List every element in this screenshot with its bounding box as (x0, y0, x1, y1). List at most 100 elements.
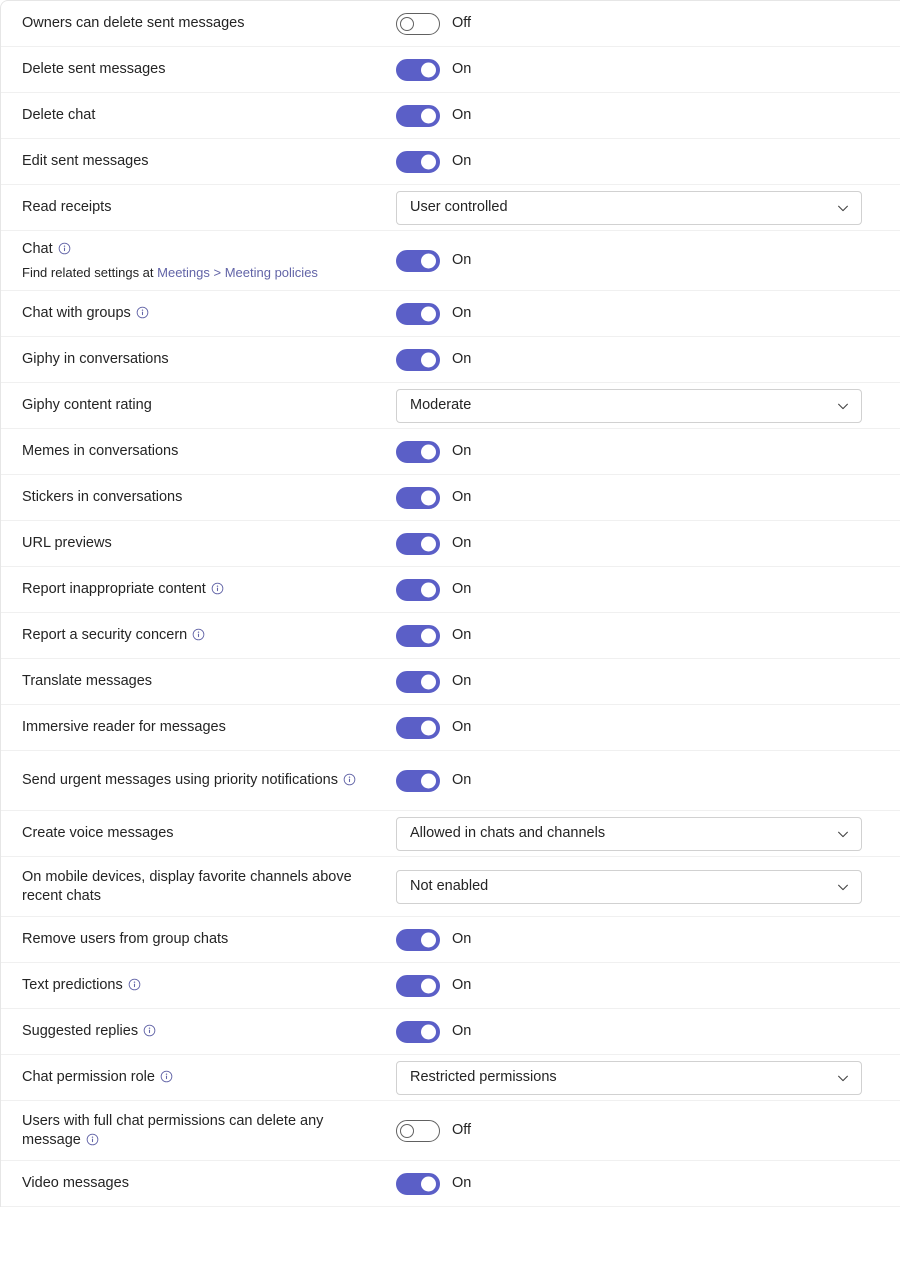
setting-toggle[interactable] (396, 975, 440, 997)
toggle-group: On (396, 770, 471, 792)
setting-toggle[interactable] (396, 59, 440, 81)
setting-row: On mobile devices, display favorite chan… (1, 857, 900, 917)
setting-toggle[interactable] (396, 929, 440, 951)
setting-label-group: Suggested replies (22, 1022, 396, 1041)
setting-control-group: On (396, 671, 882, 693)
toggle-group: On (396, 671, 471, 693)
info-icon[interactable] (343, 773, 356, 786)
setting-label-group: Giphy in conversations (22, 350, 396, 369)
info-icon[interactable] (160, 1070, 173, 1083)
toggle-state-label: On (452, 672, 471, 691)
setting-row: Delete sent messagesOn (1, 47, 900, 93)
setting-row: Delete chatOn (1, 93, 900, 139)
dropdown-selected-value: Allowed in chats and channels (410, 824, 605, 843)
setting-toggle[interactable] (396, 625, 440, 647)
setting-label: Memes in conversations (22, 443, 178, 459)
setting-label: Edit sent messages (22, 153, 149, 169)
setting-label: Giphy content rating (22, 397, 152, 413)
setting-label: Create voice messages (22, 825, 174, 841)
toggle-group: Off (396, 13, 471, 35)
setting-toggle[interactable] (396, 1021, 440, 1043)
setting-toggle[interactable] (396, 1173, 440, 1195)
setting-toggle[interactable] (396, 441, 440, 463)
setting-control-group: On (396, 487, 882, 509)
toggle-state-label: On (452, 626, 471, 645)
setting-label-line: Remove users from group chats (22, 930, 382, 949)
setting-row: Suggested repliesOn (1, 1009, 900, 1055)
toggle-group: On (396, 487, 471, 509)
setting-dropdown[interactable]: Not enabled (396, 870, 862, 904)
setting-label-group: Immersive reader for messages (22, 718, 396, 737)
setting-toggle[interactable] (396, 349, 440, 371)
toggle-group: Off (396, 1120, 471, 1142)
info-icon[interactable] (143, 1024, 156, 1037)
toggle-group: On (396, 303, 471, 325)
setting-dropdown[interactable]: Allowed in chats and channels (396, 817, 862, 851)
setting-toggle[interactable] (396, 770, 440, 792)
info-icon[interactable] (128, 978, 141, 991)
toggle-knob (421, 773, 436, 788)
toggle-state-label: On (452, 251, 471, 270)
setting-label: Report a security concern (22, 627, 187, 643)
setting-label-group: Giphy content rating (22, 396, 396, 415)
setting-label-line: Report inappropriate content (22, 580, 382, 599)
setting-control-group: Restricted permissions (396, 1061, 882, 1095)
setting-control-group: On (396, 1021, 882, 1043)
setting-label-group: Remove users from group chats (22, 930, 396, 949)
toggle-knob (421, 154, 436, 169)
toggle-group: On (396, 1021, 471, 1043)
setting-control-group: On (396, 441, 882, 463)
chevron-down-icon (836, 1071, 850, 1085)
setting-label-line: Delete sent messages (22, 60, 382, 79)
setting-dropdown[interactable]: User controlled (396, 191, 862, 225)
setting-label: Chat with groups (22, 305, 131, 321)
toggle-knob (421, 108, 436, 123)
setting-control-group: Off (396, 1120, 882, 1142)
dropdown-selected-value: Moderate (410, 396, 471, 415)
info-icon[interactable] (86, 1133, 99, 1146)
setting-label-group: Stickers in conversations (22, 488, 396, 507)
setting-toggle[interactable] (396, 250, 440, 272)
setting-toggle[interactable] (396, 579, 440, 601)
setting-label-line: Stickers in conversations (22, 488, 382, 507)
setting-control-group: Off (396, 13, 882, 35)
toggle-group: On (396, 625, 471, 647)
setting-control-group: On (396, 1173, 882, 1195)
setting-dropdown[interactable]: Restricted permissions (396, 1061, 862, 1095)
info-icon[interactable] (136, 306, 149, 319)
meeting-policies-link[interactable]: Meetings > Meeting policies (157, 265, 318, 280)
toggle-knob (421, 536, 436, 551)
info-icon[interactable] (58, 242, 71, 255)
setting-toggle[interactable] (396, 13, 440, 35)
toggle-knob (421, 444, 436, 459)
setting-label: Immersive reader for messages (22, 719, 226, 735)
setting-control-group: Moderate (396, 389, 882, 423)
info-icon[interactable] (211, 582, 224, 595)
setting-row: Giphy content rating Moderate (1, 383, 900, 429)
toggle-knob (421, 490, 436, 505)
setting-label-line: Memes in conversations (22, 442, 382, 461)
setting-toggle[interactable] (396, 105, 440, 127)
setting-toggle[interactable] (396, 151, 440, 173)
setting-toggle[interactable] (396, 717, 440, 739)
setting-label: Chat permission role (22, 1069, 155, 1085)
setting-control-group: On (396, 533, 882, 555)
toggle-group: On (396, 1173, 471, 1195)
setting-toggle[interactable] (396, 533, 440, 555)
setting-control-group: On (396, 717, 882, 739)
info-icon[interactable] (192, 628, 205, 641)
setting-toggle[interactable] (396, 487, 440, 509)
setting-label: Delete chat (22, 107, 95, 123)
toggle-knob (421, 628, 436, 643)
setting-row: Giphy in conversations On (1, 337, 900, 383)
toggle-knob (400, 17, 414, 31)
setting-label: Translate messages (22, 673, 152, 689)
setting-dropdown[interactable]: Moderate (396, 389, 862, 423)
toggle-state-label: On (452, 350, 471, 369)
setting-row: Text predictionsOn (1, 963, 900, 1009)
setting-toggle[interactable] (396, 671, 440, 693)
messaging-policy-settings-card: Owners can delete sent messagesOffDelete… (0, 0, 900, 1207)
setting-toggle[interactable] (396, 303, 440, 325)
setting-toggle[interactable] (396, 1120, 440, 1142)
setting-label-group: On mobile devices, display favorite chan… (22, 868, 396, 906)
